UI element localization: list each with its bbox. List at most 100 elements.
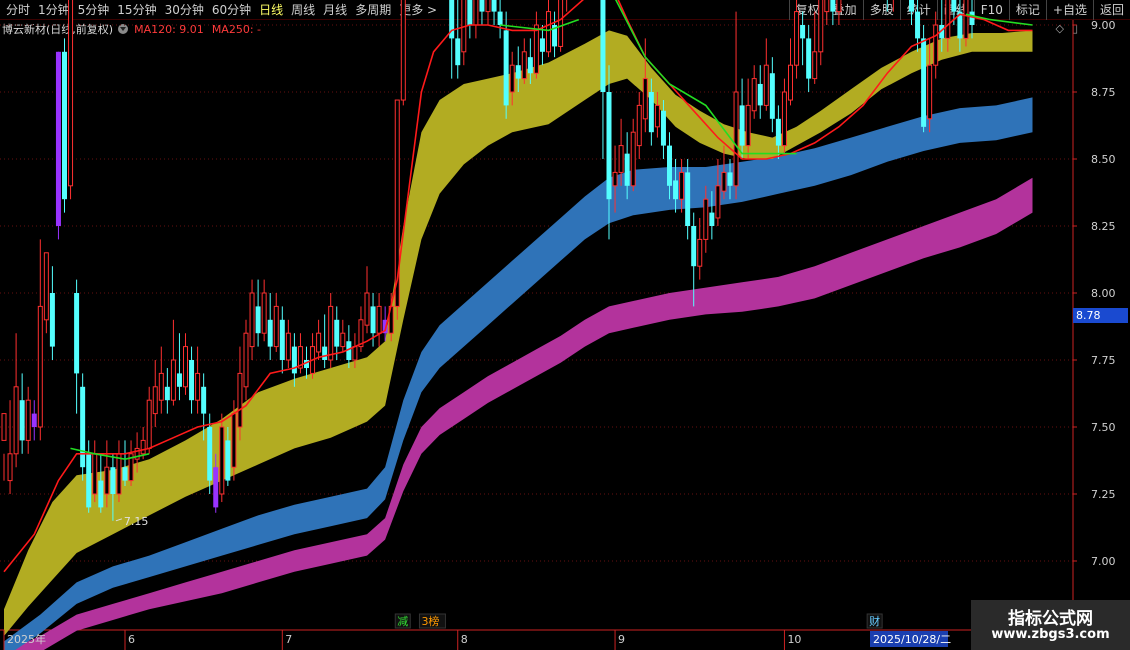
candle-body-down	[648, 92, 654, 133]
candle-body-up	[170, 359, 176, 401]
x-tick-label: 7	[285, 633, 292, 646]
y-tick-label: 7.25	[1091, 488, 1116, 501]
candle-body-up	[715, 185, 721, 219]
candle-body-up	[352, 346, 358, 361]
candle-body-down	[255, 306, 261, 334]
candle-body-up	[945, 0, 951, 39]
watermark-url: www.zbgs3.com	[991, 627, 1110, 642]
candle-body-up	[630, 131, 636, 187]
candle-body-down	[164, 386, 170, 401]
candle-body-down	[122, 467, 128, 481]
candle-body-up	[763, 64, 769, 106]
candle-body-down	[497, 11, 503, 25]
candle-body-down	[291, 346, 297, 374]
candle-body-down	[62, 51, 67, 200]
candle-body-down	[527, 57, 533, 74]
x-tick-label: 6	[128, 633, 135, 646]
candle-body-up	[679, 171, 685, 200]
y-tick-label: 7.75	[1091, 354, 1116, 367]
event-marker-label[interactable]: 3榜	[421, 614, 439, 628]
x-tick-label: 9	[618, 633, 625, 646]
candle-body-down	[606, 92, 612, 200]
y-tick-label: 8.00	[1091, 287, 1116, 300]
y-tick-label: 7.00	[1091, 555, 1116, 568]
candle-body-up	[340, 332, 346, 348]
ma-band-yellow	[4, 30, 1033, 636]
candle-body-down	[515, 65, 521, 79]
candle-body-down	[727, 172, 733, 186]
candle-body-up	[249, 292, 255, 348]
candle-body-up	[146, 399, 152, 449]
event-marker-label[interactable]: 减	[397, 615, 408, 628]
candle-body-down	[921, 38, 927, 127]
candle-body-up	[485, 0, 491, 13]
candle-body-up	[158, 372, 164, 401]
candle-body-up	[558, 0, 564, 47]
x-tick-label: 10	[787, 633, 801, 646]
candle-body-limit	[31, 413, 37, 427]
candle-body-down	[503, 30, 509, 106]
candle-body-up	[376, 305, 382, 334]
candle-body-up	[219, 426, 225, 495]
candle-body-up	[642, 78, 648, 120]
candle-body-down	[334, 319, 340, 347]
candle-body-limit	[55, 51, 61, 226]
low-price-label: 7.15	[124, 515, 148, 528]
candle-body-up	[261, 292, 267, 334]
candle-body-up	[751, 78, 757, 112]
candle-body-down	[479, 0, 485, 12]
candle-body-up	[37, 305, 43, 428]
candle-body-up	[140, 439, 146, 455]
candle-body-up	[533, 24, 539, 74]
candle-body-up	[328, 305, 334, 361]
candle-body-up	[788, 64, 793, 101]
candle-body-down	[207, 427, 213, 481]
candle-body-up	[104, 466, 110, 495]
candle-body-down	[951, 0, 957, 12]
y-tick-label: 7.50	[1091, 421, 1116, 434]
candle-body-up	[697, 238, 703, 267]
candle-body-down	[322, 346, 328, 360]
candle-body-down	[691, 226, 697, 267]
candle-body-up	[927, 64, 933, 120]
current-price-box: 8.78	[1073, 308, 1128, 323]
candle-body-down	[279, 319, 285, 360]
event-marker-label[interactable]: 财	[869, 614, 880, 628]
candlestick-chart[interactable]: 7.007.257.507.758.008.258.508.759.009.25…	[0, 0, 1130, 650]
ma-band-magenta	[8, 177, 1033, 650]
candle-body-up	[721, 171, 727, 192]
candle-body-up	[116, 453, 122, 495]
y-tick-label: 8.25	[1091, 220, 1116, 233]
candle-body-up	[92, 453, 98, 495]
candle-body-down	[830, 0, 836, 12]
candle-body-down	[267, 319, 273, 347]
candle-body-up	[237, 372, 243, 428]
candle-body-down	[673, 180, 679, 200]
candle-body-up	[509, 64, 515, 93]
cursor-date-label: 2025/10/28/二	[873, 633, 951, 646]
candle-body-down	[176, 373, 182, 387]
candle-body-down	[201, 386, 207, 414]
candle-body-down	[19, 400, 25, 441]
candle-body-down	[915, 11, 921, 39]
candle-body-up	[7, 453, 13, 482]
candle-body-up	[231, 413, 237, 468]
candle-body-down	[806, 38, 812, 79]
candle-body-up	[473, 0, 479, 26]
candle-body-up	[521, 51, 527, 80]
candle-body-up	[836, 0, 842, 13]
candle-body-up	[152, 386, 158, 415]
candle-body-up	[273, 305, 279, 348]
candle-body-down	[624, 153, 630, 186]
candle-body-up	[1, 413, 7, 441]
candle-body-down	[110, 467, 116, 494]
y-tick-label: 8.50	[1091, 153, 1116, 166]
candle-body-up	[316, 332, 322, 353]
candle-body-up	[794, 11, 800, 66]
candle-body-down	[709, 212, 715, 226]
site-watermark: 指标公式网 www.zbgs3.com	[971, 600, 1130, 650]
candle-body-down	[49, 293, 55, 347]
candle-body-up	[183, 346, 188, 388]
candle-body-up	[243, 332, 249, 388]
candle-body-down	[685, 172, 691, 226]
